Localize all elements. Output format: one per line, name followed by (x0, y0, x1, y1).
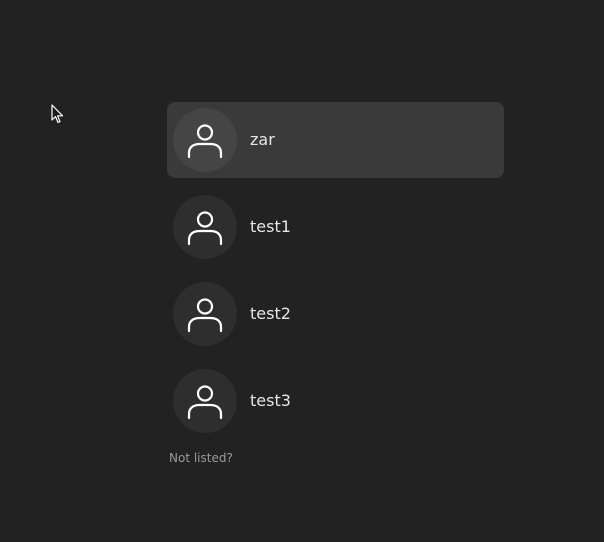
user-name: zar (250, 130, 275, 149)
user-icon (187, 124, 223, 159)
user-row-test2[interactable]: test2 (167, 276, 504, 352)
user-name: test2 (250, 304, 291, 323)
user-icon (187, 385, 223, 420)
user-row-zar[interactable]: zar (167, 102, 504, 178)
user-icon (187, 211, 223, 246)
avatar (173, 369, 237, 433)
avatar (173, 282, 237, 346)
user-row-test1[interactable]: test1 (167, 189, 504, 265)
user-icon (187, 298, 223, 333)
not-listed-link[interactable]: Not listed? (169, 451, 233, 465)
avatar (173, 195, 237, 259)
user-list: zar test1 test2 test3 (167, 102, 504, 450)
user-name: test1 (250, 217, 291, 236)
avatar (173, 108, 237, 172)
user-name: test3 (250, 391, 291, 410)
user-row-test3[interactable]: test3 (167, 363, 504, 439)
mouse-pointer-icon (51, 104, 64, 124)
login-screen: zar test1 test2 test3 Not listed? (0, 0, 604, 542)
